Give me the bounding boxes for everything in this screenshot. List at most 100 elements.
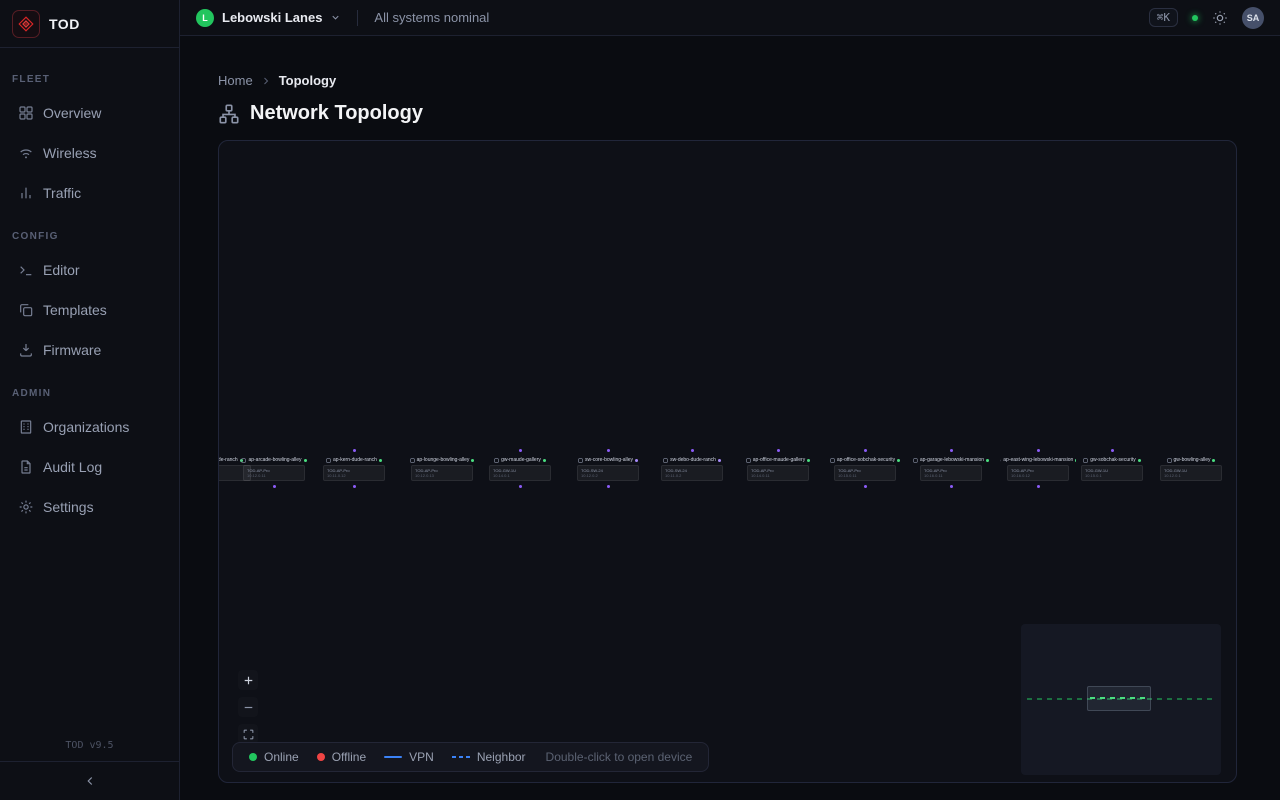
legend-item: Offline (317, 750, 366, 764)
topology-node[interactable]: ap-garage-lebowski-mansion TOD-AP-Pro 10… (913, 457, 989, 481)
node-title: ap-east-wing-lebowski-mansion (1000, 457, 1076, 463)
topology-node[interactable]: ap-office-sobchak-security TOD-AP-Pro 10… (827, 457, 903, 481)
sidebar-item-label: Organizations (43, 419, 129, 435)
grid-icon (17, 105, 34, 122)
sidebar-item-settings[interactable]: Settings (0, 487, 179, 527)
sidebar-item-label: Overview (43, 105, 101, 121)
link-endpoint-dot (1111, 449, 1114, 452)
command-palette-button[interactable]: ⌘K (1149, 8, 1178, 27)
node-ip: 10.12.0.11 (247, 473, 301, 478)
theme-toggle-button[interactable] (1212, 10, 1228, 26)
org-avatar: L (196, 9, 214, 27)
building-icon (17, 419, 34, 436)
device-icon (326, 458, 331, 463)
minimap-viewport[interactable] (1087, 686, 1151, 711)
system-status-text: All systems nominal (374, 10, 489, 25)
topbar-divider (357, 10, 358, 26)
legend-items: Online Offline VPN Neighbor (249, 750, 526, 764)
user-avatar[interactable]: SA (1242, 7, 1264, 29)
topology-node[interactable]: gw-sobchak-security TOD-GW-1U 10.15.0.1 (1074, 457, 1150, 481)
node-status-dot (379, 459, 382, 462)
sidebar-item-firmware[interactable]: Firmware (0, 330, 179, 370)
zoom-out-button[interactable] (238, 697, 258, 717)
sidebar-item-traffic[interactable]: Traffic (0, 173, 179, 213)
node-detail-box: TOD-AP-Pro 10.16.0.11 (920, 465, 982, 481)
topology-node[interactable]: ap-east-wing-lebowski-mansion TOD-AP-Pro… (1000, 457, 1076, 481)
org-switcher[interactable]: L Lebowski Lanes (196, 9, 341, 27)
page-header: Network Topology (218, 102, 1237, 125)
zoom-controls (238, 670, 258, 744)
nav-section-config: Config (0, 213, 179, 250)
sidebar-item-organizations[interactable]: Organizations (0, 407, 179, 447)
node-detail-box: TOD-GW-1U 10.14.0.1 (489, 465, 551, 481)
link-endpoint-dot (273, 485, 276, 488)
node-ip: 10.14.0.1 (493, 473, 547, 478)
node-title: gw-bowling-alley (1153, 457, 1229, 463)
node-detail-box: TOD-GW-1U 10.12.0.1 (1160, 465, 1222, 481)
bar-chart-icon (17, 185, 34, 202)
node-detail-box: TOD-AP-Pro 10.16.0.12 (1007, 465, 1069, 481)
topology-legend: Online Offline VPN Neighbor Double-click… (232, 742, 709, 772)
topology-node[interactable]: ap-office-maude-gallery TOD-AP-Pro 10.14… (740, 457, 816, 481)
sidebar-item-templates[interactable]: Templates (0, 290, 179, 330)
node-name: sw-core-bowling-alley (585, 457, 633, 463)
node-detail-box: TOD-AP-Pro 10.14.0.11 (747, 465, 809, 481)
node-ip: 10.16.0.12 (1011, 473, 1065, 478)
link-endpoint-dot (864, 485, 867, 488)
nav-section-admin: Admin (0, 370, 179, 407)
link-endpoint-dot (353, 485, 356, 488)
node-title: ap-kern-dude-ranch (316, 457, 392, 463)
node-name: ap-arcade-bowling-alley (248, 457, 301, 463)
chevron-down-icon (330, 12, 341, 23)
chevron-left-icon (83, 774, 97, 788)
zoom-in-button[interactable] (238, 670, 258, 690)
sidebar-item-audit-log[interactable]: Audit Log (0, 447, 179, 487)
topology-canvas[interactable]: gw-dude-ranch TOD-GW-1U 10.11.0.1 ap-arc… (218, 140, 1237, 783)
topology-node[interactable]: gw-bowling-alley TOD-GW-1U 10.12.0.1 (1153, 457, 1229, 481)
link-endpoint-dot (950, 449, 953, 452)
sidebar-item-label: Templates (43, 302, 107, 318)
link-endpoint-dot (950, 485, 953, 488)
sidebar-item-overview[interactable]: Overview (0, 93, 179, 133)
sidebar: TOD Fleet Overview Wireless Traffic Conf… (0, 0, 180, 800)
sidebar-collapse-button[interactable] (0, 761, 179, 800)
link-endpoint-dot (864, 449, 867, 452)
link-endpoint-dot (607, 485, 610, 488)
node-name: ap-office-sobchak-security (837, 457, 895, 463)
topology-node[interactable]: ap-kern-dude-ranch TOD-AP-Pro 10.11.0.12 (316, 457, 392, 481)
topology-node[interactable]: gw-maude-gallery TOD-GW-1U 10.14.0.1 (482, 457, 558, 481)
sun-icon (1212, 10, 1228, 26)
chevron-right-icon (260, 75, 272, 87)
node-status-dot (1212, 459, 1215, 462)
topology-node[interactable]: ap-lounge-bowling-alley TOD-AP-Pro 10.12… (404, 457, 480, 481)
page-content: Home Topology Network Topology gw-dude-r… (180, 36, 1280, 800)
legend-swatch (249, 753, 257, 761)
node-name: ap-garage-lebowski-mansion (920, 457, 984, 463)
node-status-dot (304, 459, 307, 462)
node-ip: 10.15.0.11 (838, 473, 892, 478)
node-title: ap-lounge-bowling-alley (404, 457, 480, 463)
device-icon (410, 458, 415, 463)
page-title: Network Topology (250, 102, 423, 125)
fit-view-button[interactable] (238, 724, 258, 744)
node-ip: 10.12.0.13 (415, 473, 469, 478)
device-icon (1083, 458, 1088, 463)
node-title: sw-core-bowling-alley (570, 457, 646, 463)
node-name: sw-debo-dude-ranch (670, 457, 716, 463)
node-ip: 10.14.0.11 (751, 473, 805, 478)
sidebar-item-wireless[interactable]: Wireless (0, 133, 179, 173)
minimap[interactable] (1021, 624, 1221, 775)
legend-label: Offline (332, 750, 366, 764)
sidebar-item-label: Traffic (43, 185, 81, 201)
node-title: gw-maude-gallery (482, 457, 558, 463)
download-icon (17, 342, 34, 359)
breadcrumb-home-link[interactable]: Home (218, 73, 253, 88)
topology-node[interactable]: sw-core-bowling-alley TOD-SW-24 10.12.0.… (570, 457, 646, 481)
terminal-icon (17, 262, 34, 279)
topology-node[interactable]: ap-arcade-bowling-alley TOD-AP-Pro 10.12… (236, 457, 312, 481)
link-endpoint-dot (1037, 449, 1040, 452)
node-title: ap-office-maude-gallery (740, 457, 816, 463)
sidebar-item-label: Wireless (43, 145, 97, 161)
sidebar-item-editor[interactable]: Editor (0, 250, 179, 290)
topology-node[interactable]: sw-debo-dude-ranch TOD-SW-24 10.11.0.2 (654, 457, 730, 481)
